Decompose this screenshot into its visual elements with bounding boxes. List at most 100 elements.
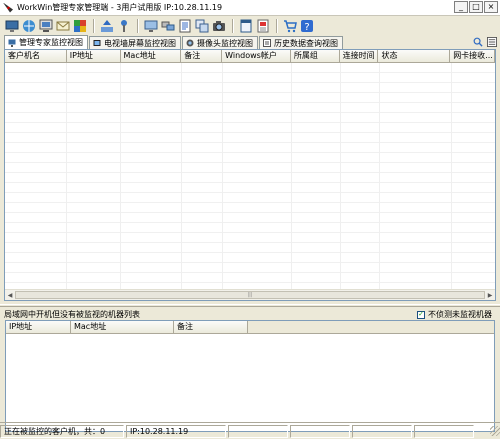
toolbar-separator [137, 18, 139, 33]
tab-webcam-view[interactable]: 摄像头监控视图 [182, 36, 258, 49]
column-divider [291, 63, 292, 290]
empty-row-line [5, 133, 495, 143]
no-detect-label: 不侦测未监视机器 [428, 310, 492, 319]
column-header-group[interactable]: 所属组 [290, 50, 340, 62]
unmonitored-panel-title: 局域网中开机但没有被监视的机器列表 [4, 310, 140, 319]
horizontal-scrollbar[interactable]: ◀ ||| ▶ [5, 289, 495, 300]
window-title: WorkWin管理专家管理端 - 3用户试用版 IP:10.28.11.19 [17, 3, 223, 12]
svg-text:?: ? [304, 22, 309, 33]
column-header-windows-account[interactable]: Windows帐户 [222, 50, 291, 62]
maximize-button[interactable]: □ [469, 1, 483, 13]
no-detect-option[interactable]: ✓ 不侦测未监视机器 [417, 309, 492, 320]
empty-row-line [5, 63, 495, 73]
camera-icon[interactable] [211, 18, 227, 34]
column-header-mac[interactable]: Mac地址 [120, 50, 182, 62]
scroll-left-icon[interactable]: ◀ [5, 290, 15, 300]
column-divider [451, 63, 452, 290]
puzzle-icon[interactable] [72, 18, 88, 34]
webcam-icon [186, 39, 194, 47]
column-header-client-name[interactable]: 客户机名 [5, 50, 67, 62]
computer-icon[interactable] [4, 18, 20, 34]
document-icon[interactable] [177, 18, 193, 34]
empty-row-line [5, 103, 495, 113]
empty-row-line [5, 123, 495, 133]
screen-icon[interactable] [143, 18, 159, 34]
status-bar: 正在被监控的客户机，共：0 IP:10.28.11.19 [0, 422, 500, 439]
tab-label: 电视墙屏幕监控视图 [104, 38, 176, 48]
history-icon [263, 39, 271, 47]
column-header-connect-time[interactable]: 连接时间 [339, 50, 379, 62]
column-header-nic-receive[interactable]: 网卡接收... [450, 50, 495, 62]
column-header-ip[interactable]: IP地址 [6, 321, 71, 333]
empty-row-line [5, 243, 495, 253]
scrollbar-thumb[interactable]: ||| [15, 291, 485, 299]
help-icon[interactable]: ? [299, 18, 315, 34]
tab-label: 摄像头监控视图 [197, 38, 253, 48]
tv-wall-icon [93, 40, 101, 46]
remote-icon[interactable] [160, 18, 176, 34]
status-panel-empty [414, 424, 474, 438]
column-header-ip[interactable]: IP地址 [66, 50, 121, 62]
close-button[interactable]: × [484, 1, 498, 13]
monitor-icon[interactable] [38, 18, 54, 34]
scrollbar-track[interactable]: ||| [15, 291, 485, 299]
window-controls: _ □ × [454, 1, 498, 13]
minimize-button[interactable]: _ [454, 1, 468, 13]
column-divider [379, 63, 380, 290]
view-tabs: 管理专家监控视图 电视墙屏幕监控视图 摄像头监控视图 历史数据查询视图 [0, 35, 500, 49]
toolbar-separator [232, 18, 234, 33]
column-header-mac[interactable]: Mac地址 [71, 321, 174, 333]
empty-row-line [5, 193, 495, 203]
status-panel-empty [352, 424, 412, 438]
stop-icon[interactable] [255, 18, 271, 34]
empty-row-line [5, 143, 495, 153]
unmonitored-panel-header: 局域网中开机但没有被监视的机器列表 ✓ 不侦测未监视机器 [4, 309, 496, 320]
empty-row-line [5, 113, 495, 123]
tab-label: 管理专家监控视图 [19, 38, 83, 47]
tab-tv-wall-view[interactable]: 电视墙屏幕监控视图 [89, 36, 181, 49]
list-view-icon[interactable] [486, 36, 497, 47]
title-bar: WorkWin管理专家管理端 - 3用户试用版 IP:10.28.11.19 _… [0, 0, 500, 16]
empty-row-line [5, 253, 495, 263]
empty-row-line [5, 93, 495, 103]
empty-row-line [5, 273, 495, 283]
window-icon[interactable] [238, 18, 254, 34]
tab-manager-monitor-view[interactable]: 管理专家监控视图 [4, 35, 88, 49]
toolbar-separator [93, 18, 95, 33]
envelope-icon[interactable] [55, 18, 71, 34]
column-header-remark[interactable]: 备注 [174, 321, 248, 333]
table-body [5, 63, 495, 290]
status-client-count: 正在被监控的客户机，共：0 [0, 424, 124, 438]
tab-history-query-view[interactable]: 历史数据查询视图 [259, 36, 343, 49]
status-ip: IP:10.28.11.19 [126, 424, 226, 438]
empty-row-line [5, 213, 495, 223]
column-divider [181, 63, 182, 290]
copy-icon[interactable] [194, 18, 210, 34]
empty-row-line [5, 73, 495, 83]
tab-label: 历史数据查询视图 [274, 38, 338, 48]
column-header-status[interactable]: 状态 [378, 50, 451, 62]
column-header-remark[interactable]: 备注 [181, 50, 223, 62]
unmonitored-machines-table[interactable]: IP地址 Mac地址 备注 [5, 320, 495, 432]
status-panel-empty [290, 424, 350, 438]
empty-row-line [5, 263, 495, 273]
upload-icon[interactable] [99, 18, 115, 34]
cart-icon[interactable] [282, 18, 298, 34]
empty-row-line [5, 163, 495, 173]
scroll-right-icon[interactable]: ▶ [485, 290, 495, 300]
toolbar-separator [276, 18, 278, 33]
monitored-clients-table[interactable]: 客户机名 IP地址 Mac地址 备注 Windows帐户 所属组 连接时间 状态… [4, 49, 496, 301]
search-icon[interactable] [472, 36, 483, 47]
column-divider [340, 63, 341, 290]
network-icon[interactable] [21, 18, 37, 34]
resize-grip[interactable] [490, 426, 500, 436]
splitter[interactable] [0, 304, 500, 307]
app-logo-icon [3, 2, 13, 13]
empty-row-line [5, 173, 495, 183]
column-divider [66, 63, 67, 290]
no-detect-checkbox[interactable]: ✓ [417, 310, 425, 319]
empty-row-line [5, 203, 495, 213]
monitor-tab-icon [8, 39, 16, 47]
status-panel-empty [228, 424, 288, 438]
pin-icon[interactable] [116, 18, 132, 34]
